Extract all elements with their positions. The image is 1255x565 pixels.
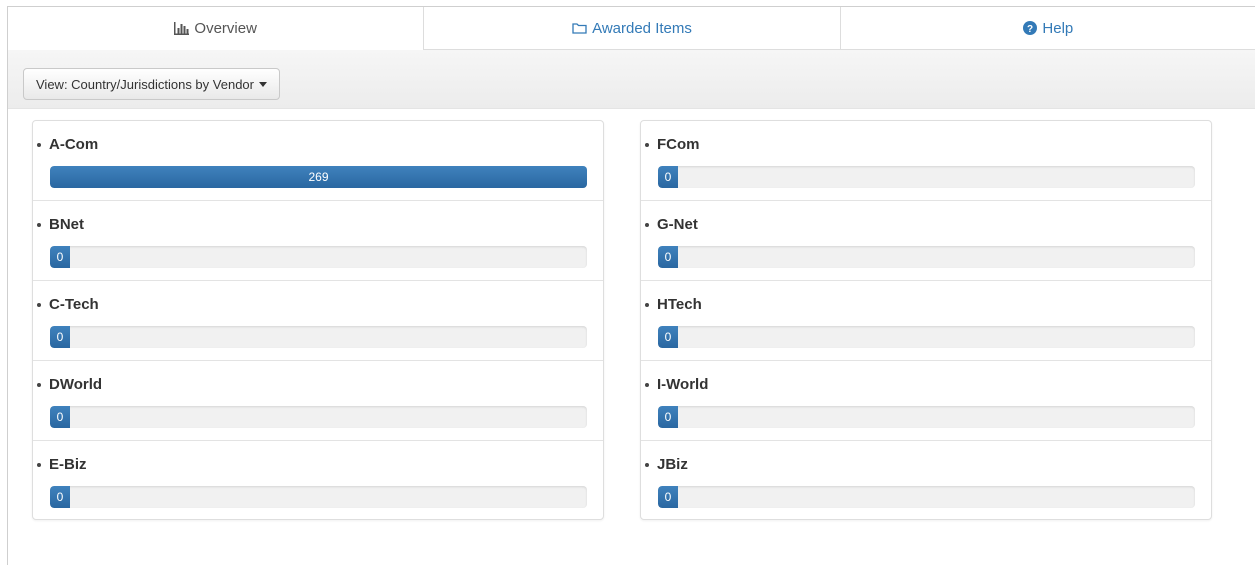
vendor-name-label: JBiz (657, 456, 688, 473)
progress-bar: 0 (50, 246, 587, 268)
vendor-item: DWorld 0 (33, 361, 603, 441)
bullet-icon (37, 302, 41, 307)
progress-bar-fill: 0 (50, 406, 70, 428)
vendor-name-label: E-Biz (49, 456, 87, 473)
tab-overview[interactable]: Overview (8, 7, 424, 50)
vendor-item: FCom 0 (641, 121, 1211, 201)
bullet-icon (37, 222, 41, 227)
vendor-item: HTech 0 (641, 281, 1211, 361)
vendor-name-label: C-Tech (49, 296, 99, 313)
bullet-icon (37, 382, 41, 387)
vendor-name-label: DWorld (49, 376, 103, 393)
progress-bar: 0 (658, 486, 1195, 508)
svg-text:?: ? (1027, 24, 1033, 35)
progress-bar: 0 (658, 326, 1195, 348)
vendor-name: G-Net (645, 216, 698, 233)
vendor-name-label: I-World (657, 376, 709, 393)
vendor-item: I-World 0 (641, 361, 1211, 441)
bullet-icon (645, 142, 649, 147)
vendor-item: E-Biz 0 (33, 441, 603, 521)
progress-bar: 0 (658, 166, 1195, 188)
vendor-name: C-Tech (37, 296, 99, 313)
bullet-icon (37, 142, 41, 147)
progress-bar-fill: 0 (658, 246, 678, 268)
vendor-panel-left: A-Com 269 BNet 0 C-Tech 0 DWorld 0 E-Biz 0 (32, 120, 604, 520)
progress-bar-fill: 0 (658, 326, 678, 348)
vendor-name: BNet (37, 216, 84, 233)
vendor-item: JBiz 0 (641, 441, 1211, 521)
view-dropdown-label: View: Country/Jurisdictions by Vendor (36, 76, 254, 92)
toolbar: View: Country/Jurisdictions by Vendor (8, 50, 1255, 109)
vendor-name: E-Biz (37, 456, 87, 473)
tab-help[interactable]: ? Help (839, 7, 1255, 50)
vendor-name-label: FCom (657, 136, 700, 153)
progress-bar: 0 (50, 326, 587, 348)
question-circle-icon: ? (1023, 21, 1038, 35)
bullet-icon (645, 302, 649, 307)
vendor-name-label: G-Net (657, 216, 698, 233)
vendor-name: DWorld (37, 376, 102, 393)
caret-down-icon (258, 81, 267, 87)
bar-chart-icon (174, 22, 190, 35)
progress-bar-fill: 0 (658, 406, 678, 428)
tab-label: Help (1042, 19, 1074, 37)
vendor-name-label: HTech (657, 296, 702, 313)
progress-bar-fill: 0 (658, 486, 678, 508)
vendor-panel-right: FCom 0 G-Net 0 HTech 0 I-World 0 JBiz 0 (640, 120, 1212, 520)
bullet-icon (37, 462, 41, 467)
progress-bar-fill: 0 (658, 166, 678, 188)
progress-bar: 0 (50, 406, 587, 428)
vendor-name: HTech (645, 296, 702, 313)
bullet-icon (645, 462, 649, 467)
vendor-item: A-Com 269 (33, 121, 603, 201)
progress-bar-fill: 0 (50, 246, 70, 268)
vendor-name: FCom (645, 136, 700, 153)
tab-bar: Overview Awarded Items ? Help (8, 7, 1255, 50)
progress-bar: 0 (50, 486, 587, 508)
tab-label: Overview (194, 20, 257, 37)
vendor-name: A-Com (37, 136, 98, 153)
vendor-name-label: A-Com (49, 136, 99, 153)
folder-icon (572, 23, 587, 34)
progress-bar: 0 (658, 246, 1195, 268)
progress-bar-fill: 0 (50, 486, 70, 508)
vendor-item: BNet 0 (33, 201, 603, 281)
vendor-item: G-Net 0 (641, 201, 1211, 281)
progress-bar: 269 (50, 166, 587, 188)
progress-bar: 0 (658, 406, 1195, 428)
tab-label: Awarded Items (592, 19, 692, 37)
vendor-name-label: BNet (49, 216, 85, 233)
tab-awarded-items[interactable]: Awarded Items (423, 7, 840, 50)
bullet-icon (645, 222, 649, 227)
vendor-item: C-Tech 0 (33, 281, 603, 361)
progress-bar-fill: 0 (50, 326, 70, 348)
vendor-name: I-World (645, 376, 708, 393)
bullet-icon (645, 382, 649, 387)
view-dropdown-button[interactable]: View: Country/Jurisdictions by Vendor (23, 68, 280, 100)
vendor-name: JBiz (645, 456, 688, 473)
progress-bar-fill: 269 (50, 166, 587, 188)
